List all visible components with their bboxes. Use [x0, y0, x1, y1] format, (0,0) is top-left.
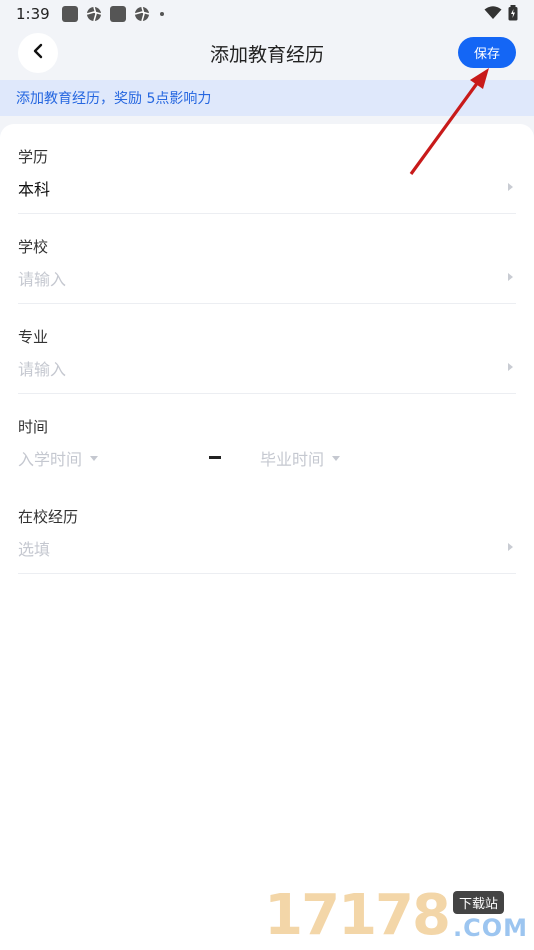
experience-row[interactable]: 在校经历 选填 — [18, 484, 516, 574]
wifi-icon — [484, 6, 502, 24]
experience-input[interactable]: 选填 — [18, 536, 50, 560]
watermark-domain: .COM — [452, 914, 528, 942]
experience-label: 在校经历 — [18, 508, 79, 526]
chevron-right-icon — [508, 543, 513, 551]
school-row[interactable]: 学校 请输入 — [18, 214, 516, 304]
education-level-label: 学历 — [18, 148, 49, 166]
reward-banner: 添加教育经历，奖励 5点影响力 — [0, 80, 534, 116]
save-button[interactable]: 保存 — [458, 37, 516, 68]
watermark-tag: 下载站 — [452, 891, 504, 914]
square-app-icon — [61, 6, 78, 22]
end-date-placeholder: 毕业时间 — [260, 450, 325, 469]
site-watermark: 17178 下载站 .COM — [264, 883, 528, 948]
time-row: 时间 入学时间 毕业时间 — [18, 394, 516, 484]
chevron-right-icon — [508, 273, 513, 281]
major-input[interactable]: 请输入 — [18, 356, 66, 380]
shutter-icon — [134, 6, 150, 22]
battery-icon — [508, 5, 518, 25]
caret-down-icon — [332, 455, 341, 461]
shutter-icon — [86, 6, 102, 22]
square-app-icon — [109, 6, 126, 22]
status-right — [484, 5, 518, 25]
dot-icon — [159, 12, 164, 16]
education-level-row[interactable]: 学历 本科 — [18, 124, 516, 214]
school-label: 学校 — [18, 238, 49, 256]
watermark-side: 下载站 .COM — [452, 891, 528, 942]
caret-down-icon — [90, 455, 99, 461]
time-label: 时间 — [18, 418, 49, 436]
major-row[interactable]: 专业 请输入 — [18, 304, 516, 394]
watermark-digits: 17178 — [264, 883, 451, 948]
chevron-right-icon — [508, 363, 513, 371]
education-level-value: 本科 — [18, 180, 51, 199]
end-date-select[interactable]: 毕业时间 — [260, 446, 341, 470]
start-date-select[interactable]: 入学时间 — [18, 446, 99, 470]
major-label: 专业 — [18, 328, 49, 346]
start-date-placeholder: 入学时间 — [18, 450, 83, 469]
education-form: 学历 本科 学校 请输入 专业 请输入 时间 入学时间 毕业时间 在校经历 选填 — [0, 124, 534, 950]
date-range-separator — [209, 456, 221, 459]
status-bar: 1:39 — [0, 0, 534, 28]
page-title: 添加教育经历 — [209, 44, 324, 66]
chevron-right-icon — [508, 183, 513, 191]
nav-bar: 添加教育经历 保存 — [0, 28, 534, 78]
school-input[interactable]: 请输入 — [18, 266, 66, 290]
status-time: 1:39 — [16, 5, 50, 23]
